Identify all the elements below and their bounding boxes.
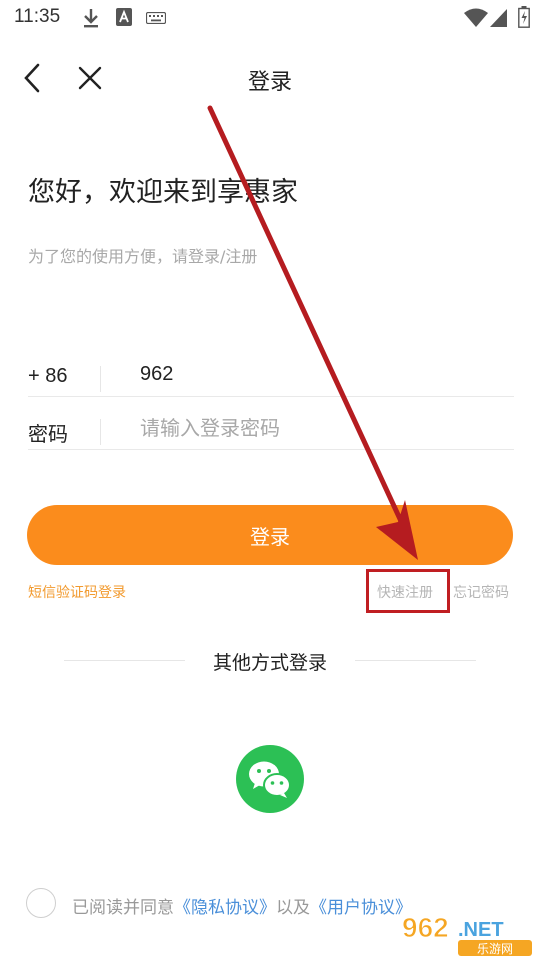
status-time: 11:35 — [14, 6, 61, 27]
wifi-icon — [464, 8, 488, 27]
watermark-digits: 962 — [402, 912, 449, 943]
wechat-icon — [249, 761, 291, 798]
login-button[interactable]: 登录 — [27, 505, 513, 565]
keyboard-icon — [146, 12, 166, 24]
forgot-password-link[interactable]: 忘记密码 — [453, 582, 509, 602]
a-notification-icon — [116, 8, 132, 26]
privacy-policy-link[interactable]: 《隐私协议》 — [174, 898, 276, 918]
password-divider — [100, 419, 101, 445]
sms-login-link[interactable]: 短信验证码登录 — [28, 582, 126, 602]
other-login-title: 其他方式登录 — [212, 652, 327, 674]
signal-icon — [490, 9, 507, 27]
annotation-arrow — [207, 105, 418, 560]
watermark-cn: 乐游网 — [477, 942, 513, 956]
wechat-login-button[interactable] — [236, 745, 304, 813]
agreement-prefix: 已阅读并同意 — [72, 898, 174, 918]
country-code-selector[interactable]: + 86 — [28, 365, 67, 388]
password-label: 密码 — [28, 422, 68, 446]
agreement-radio[interactable] — [26, 888, 56, 918]
agreement-and: 以及 — [276, 898, 310, 918]
watermark-logo: 962 .NET 乐游网 — [400, 910, 536, 958]
download-icon — [84, 9, 98, 28]
phone-input[interactable] — [140, 363, 500, 386]
user-agreement-link[interactable]: 《用户协议》 — [310, 898, 412, 918]
page-title: 登录 — [247, 70, 292, 95]
welcome-subtitle: 为了您的使用方便，请登录/注册 — [28, 247, 258, 266]
phone-underline — [28, 396, 514, 397]
password-input[interactable] — [140, 416, 500, 440]
welcome-heading: 您好，欢迎来到享惠家 — [28, 177, 298, 208]
battery-icon — [518, 6, 530, 28]
watermark-suffix: .NET — [458, 919, 504, 941]
annotation-highlight-box — [366, 569, 450, 613]
password-underline — [28, 449, 514, 450]
country-divider — [100, 366, 101, 392]
agreement-text: 已阅读并同意《隐私协议》以及《用户协议》 — [72, 893, 412, 918]
